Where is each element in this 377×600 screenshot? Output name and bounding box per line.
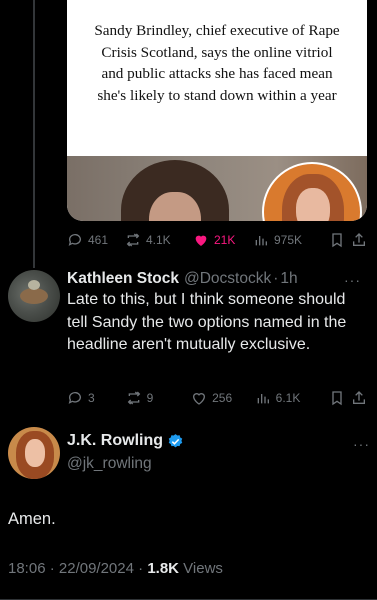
more-options-icon[interactable]: ··· bbox=[344, 272, 361, 288]
reply-icon bbox=[68, 392, 81, 404]
bookmark-icon bbox=[332, 391, 342, 406]
photo-person-right bbox=[262, 162, 362, 221]
repost-icon bbox=[126, 233, 140, 247]
author-handle[interactable]: @Docstockk bbox=[184, 270, 271, 288]
main-tweet-header: J.K. Rowling @jk_rowling bbox=[67, 432, 367, 473]
verified-badge-icon bbox=[168, 433, 183, 447]
author-name[interactable]: J.K. Rowling bbox=[67, 432, 163, 450]
media-card[interactable]: Sandy Brindley, chief executive of Rape … bbox=[67, 0, 367, 221]
photo-person-left bbox=[121, 160, 229, 221]
views-button[interactable]: 6.1K bbox=[255, 390, 329, 406]
reply-count: 461 bbox=[88, 233, 109, 247]
reply-button[interactable]: 3 bbox=[67, 390, 126, 406]
reply-button[interactable]: 461 bbox=[67, 232, 125, 248]
views-count: 6.1K bbox=[275, 391, 301, 405]
repost-button[interactable]: 9 bbox=[126, 390, 192, 406]
share-button[interactable] bbox=[351, 390, 367, 406]
views-button[interactable]: 975K bbox=[253, 232, 329, 248]
tweet-text: Amen. bbox=[8, 510, 56, 528]
views-icon bbox=[257, 394, 269, 404]
tweet-meta: 18:06 · 22/09/2024 · 1.8K Views bbox=[8, 560, 223, 577]
bookmark-button[interactable] bbox=[329, 232, 351, 248]
repost-count: 4.1K bbox=[146, 233, 171, 247]
heart-icon bbox=[193, 393, 206, 405]
reply-text: Late to this, but I think someone should… bbox=[67, 291, 347, 353]
thread-connector-line bbox=[33, 0, 35, 268]
views-icon bbox=[255, 236, 267, 246]
bookmark-icon bbox=[332, 233, 342, 248]
tweet-date[interactable]: 22/09/2024 bbox=[59, 560, 134, 577]
share-icon bbox=[352, 391, 365, 404]
reply-icon bbox=[68, 234, 81, 246]
like-count: 21K bbox=[214, 233, 236, 247]
repost-button[interactable]: 4.1K bbox=[125, 232, 193, 248]
repost-count: 9 bbox=[146, 391, 154, 405]
more-options-icon[interactable]: ··· bbox=[353, 436, 370, 452]
bookmark-button[interactable] bbox=[329, 390, 351, 406]
avatar[interactable] bbox=[8, 270, 60, 322]
like-button[interactable]: 256 bbox=[191, 390, 255, 406]
tweet-time[interactable]: 18:06 bbox=[8, 560, 46, 577]
header-separator: · bbox=[273, 270, 279, 287]
reply-header: Kathleen Stock @Docstockk · 1h bbox=[67, 270, 367, 288]
tweet-time[interactable]: 1h bbox=[280, 270, 297, 288]
share-icon bbox=[353, 233, 365, 246]
like-count: 256 bbox=[212, 391, 233, 405]
views-count: 1.8K bbox=[147, 560, 179, 577]
reply-tweet-actions: 3 9 256 6.1K bbox=[67, 388, 367, 408]
article-photo bbox=[67, 156, 367, 221]
avatar[interactable] bbox=[8, 427, 60, 479]
meta-separator: · bbox=[138, 560, 144, 577]
heart-icon bbox=[195, 235, 207, 246]
views-label: Views bbox=[183, 560, 223, 577]
article-caption: Sandy Brindley, chief executive of Rape … bbox=[67, 0, 367, 156]
author-name[interactable]: Kathleen Stock bbox=[67, 270, 179, 288]
author-handle[interactable]: @jk_rowling bbox=[67, 455, 367, 473]
share-button[interactable] bbox=[351, 232, 367, 248]
repost-icon bbox=[127, 391, 140, 405]
meta-separator: · bbox=[49, 560, 55, 577]
reply-tweet: Kathleen Stock @Docstockk · 1h ··· Late … bbox=[67, 270, 367, 357]
reply-count: 3 bbox=[88, 391, 95, 405]
quoted-tweet-actions: 461 4.1K 21K 975K bbox=[67, 230, 367, 250]
views-count: 975K bbox=[274, 233, 303, 247]
like-button[interactable]: 21K bbox=[193, 232, 253, 248]
